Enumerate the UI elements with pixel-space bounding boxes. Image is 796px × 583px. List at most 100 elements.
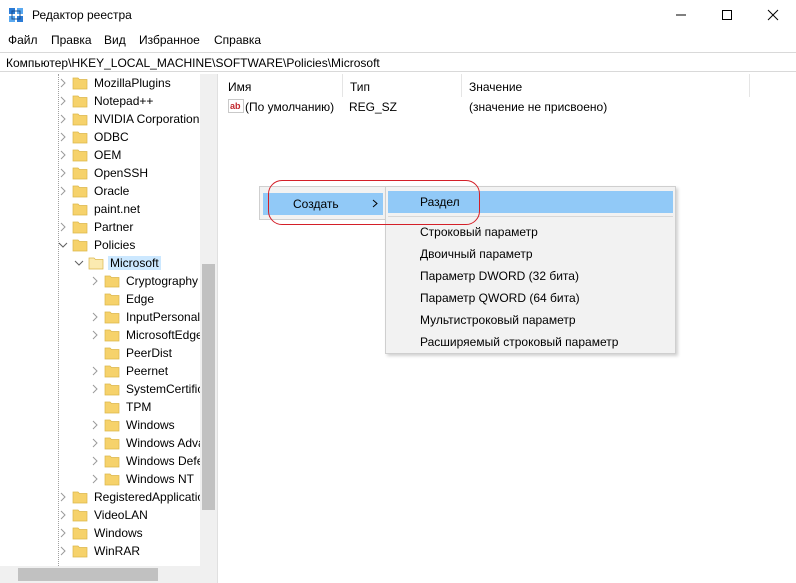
chevron-right-icon[interactable] bbox=[58, 186, 68, 196]
tree-item-label: Oracle bbox=[94, 184, 130, 198]
folder-icon bbox=[104, 473, 120, 486]
folder-icon bbox=[104, 419, 120, 432]
chevron-right-icon[interactable] bbox=[58, 96, 68, 106]
folder-icon bbox=[72, 95, 88, 108]
chevron-right-icon[interactable] bbox=[58, 528, 68, 538]
create-submenu: Раздел Строковый параметр Двоичный парамет… bbox=[385, 186, 676, 354]
chevron-right-icon[interactable] bbox=[58, 114, 68, 124]
column-header-value[interactable]: Значение bbox=[462, 74, 750, 97]
folder-icon bbox=[104, 455, 120, 468]
chevron-right-icon[interactable] bbox=[90, 420, 100, 430]
submenu-item[interactable]: Параметр QWORD (64 бита) bbox=[386, 287, 675, 309]
chevron-right-icon[interactable] bbox=[90, 456, 100, 466]
chevron-right-icon[interactable] bbox=[90, 474, 100, 484]
menu-file[interactable]: Файл bbox=[8, 33, 38, 47]
tree-pane[interactable]: MozillaPlugins Notepad++ NVIDIA Corporatio… bbox=[0, 74, 217, 583]
value-type-cell: REG_SZ bbox=[349, 100, 398, 114]
tree-item-label: ODBC bbox=[94, 130, 129, 144]
minimize-icon bbox=[676, 14, 686, 16]
submenu-item-label: Параметр DWORD (32 бита) bbox=[420, 269, 579, 283]
chevron-right-icon[interactable] bbox=[58, 168, 68, 178]
tree-item-label: RegisteredApplicatio bbox=[94, 490, 205, 504]
folder-icon bbox=[72, 239, 88, 252]
tree-item-label: Notepad++ bbox=[94, 94, 154, 108]
column-header-type[interactable]: Тип bbox=[343, 74, 462, 97]
chevron-right-icon[interactable] bbox=[58, 510, 68, 520]
close-icon bbox=[767, 9, 779, 21]
tree-vertical-scroll-thumb[interactable] bbox=[202, 264, 215, 510]
tree-item-label: PeerDist bbox=[126, 346, 173, 360]
tree-item-label: TPM bbox=[126, 400, 152, 414]
chevron-right-icon[interactable] bbox=[90, 276, 100, 286]
submenu-item[interactable]: Расширяемый строковый параметр bbox=[386, 331, 675, 353]
tree-item-label: Windows NT bbox=[126, 472, 195, 486]
folder-icon bbox=[104, 311, 120, 324]
chevron-right-icon bbox=[372, 199, 378, 208]
tree-item-label: Policies bbox=[94, 238, 136, 252]
chevron-right-icon[interactable] bbox=[58, 150, 68, 160]
chevron-right-icon[interactable] bbox=[90, 330, 100, 340]
folder-icon bbox=[72, 131, 88, 144]
submenu-item[interactable]: Двоичный параметр bbox=[386, 243, 675, 265]
maximize-button[interactable] bbox=[704, 0, 750, 30]
chevron-right-icon[interactable] bbox=[90, 366, 100, 376]
submenu-item[interactable]: Раздел bbox=[388, 191, 673, 213]
tree-horizontal-scroll-thumb[interactable] bbox=[18, 568, 158, 581]
menu-favorites[interactable]: Избранное bbox=[139, 33, 200, 47]
tree-item-label: Windows bbox=[126, 418, 175, 432]
tree-item-label: OEM bbox=[94, 148, 122, 162]
address-bar[interactable]: Компьютер\HKEY_LOCAL_MACHINE\SOFTWARE\Po… bbox=[0, 52, 796, 72]
tree-item-label: Edge bbox=[126, 292, 155, 306]
chevron-right-icon[interactable] bbox=[58, 78, 68, 88]
menu-help[interactable]: Справка bbox=[214, 33, 261, 47]
close-button[interactable] bbox=[750, 0, 796, 30]
submenu-item[interactable]: Мультистроковый параметр bbox=[386, 309, 675, 331]
submenu-item[interactable]: Параметр DWORD (32 бита) bbox=[386, 265, 675, 287]
folder-icon bbox=[72, 149, 88, 162]
chevron-right-icon[interactable] bbox=[58, 222, 68, 232]
tree-item-label: MicrosoftEdge bbox=[126, 328, 203, 342]
tree-item-label: VideoLAN bbox=[94, 508, 148, 522]
column-header-name[interactable]: Имя bbox=[221, 74, 343, 97]
tree-item-label: Windows Adva bbox=[126, 436, 205, 450]
regedit-icon bbox=[9, 8, 23, 22]
folder-icon bbox=[72, 545, 88, 558]
folder-icon bbox=[104, 365, 120, 378]
chevron-right-icon[interactable] bbox=[58, 492, 68, 502]
submenu-item-label: Раздел bbox=[420, 195, 460, 209]
chevron-right-icon[interactable] bbox=[90, 438, 100, 448]
chevron-down-icon[interactable] bbox=[74, 258, 84, 268]
minimize-button[interactable] bbox=[658, 0, 704, 30]
menu-edit[interactable]: Правка bbox=[51, 33, 92, 47]
folder-icon bbox=[104, 401, 120, 414]
tree-item-label: SystemCertific bbox=[126, 382, 204, 396]
folder-icon bbox=[72, 167, 88, 180]
tree-item-label: Windows bbox=[94, 526, 143, 540]
tree-item-label: NVIDIA Corporation bbox=[94, 112, 200, 126]
submenu-separator bbox=[388, 216, 673, 217]
folder-icon bbox=[72, 185, 88, 198]
svg-text:ab: ab bbox=[230, 101, 241, 111]
folder-icon bbox=[104, 437, 120, 450]
menu-bar: Файл Правка Вид Избранное Справка bbox=[0, 30, 796, 51]
chevron-right-icon[interactable] bbox=[90, 384, 100, 394]
chevron-right-icon[interactable] bbox=[58, 546, 68, 556]
folder-icon bbox=[72, 221, 88, 234]
folder-icon bbox=[72, 113, 88, 126]
tree-item-label: InputPersonali bbox=[126, 310, 203, 324]
menu-view[interactable]: Вид bbox=[104, 33, 126, 47]
window-title: Редактор реестра bbox=[32, 8, 132, 22]
submenu-item[interactable]: Строковый параметр bbox=[386, 221, 675, 243]
chevron-right-icon[interactable] bbox=[90, 312, 100, 322]
tree-item-label: MozillaPlugins bbox=[94, 76, 171, 90]
folder-icon bbox=[104, 275, 120, 288]
tree-item-label: paint.net bbox=[94, 202, 141, 216]
tree-item-label: Peernet bbox=[126, 364, 169, 378]
chevron-right-icon[interactable] bbox=[58, 132, 68, 142]
chevron-down-icon[interactable] bbox=[58, 240, 68, 250]
maximize-icon bbox=[722, 10, 732, 20]
address-path: Компьютер\HKEY_LOCAL_MACHINE\SOFTWARE\Po… bbox=[6, 56, 380, 70]
value-name-cell[interactable]: (По умолчанию) bbox=[245, 100, 334, 114]
tree-item-label: Microsoft bbox=[108, 256, 161, 270]
tree-item-label: OpenSSH bbox=[94, 166, 149, 180]
